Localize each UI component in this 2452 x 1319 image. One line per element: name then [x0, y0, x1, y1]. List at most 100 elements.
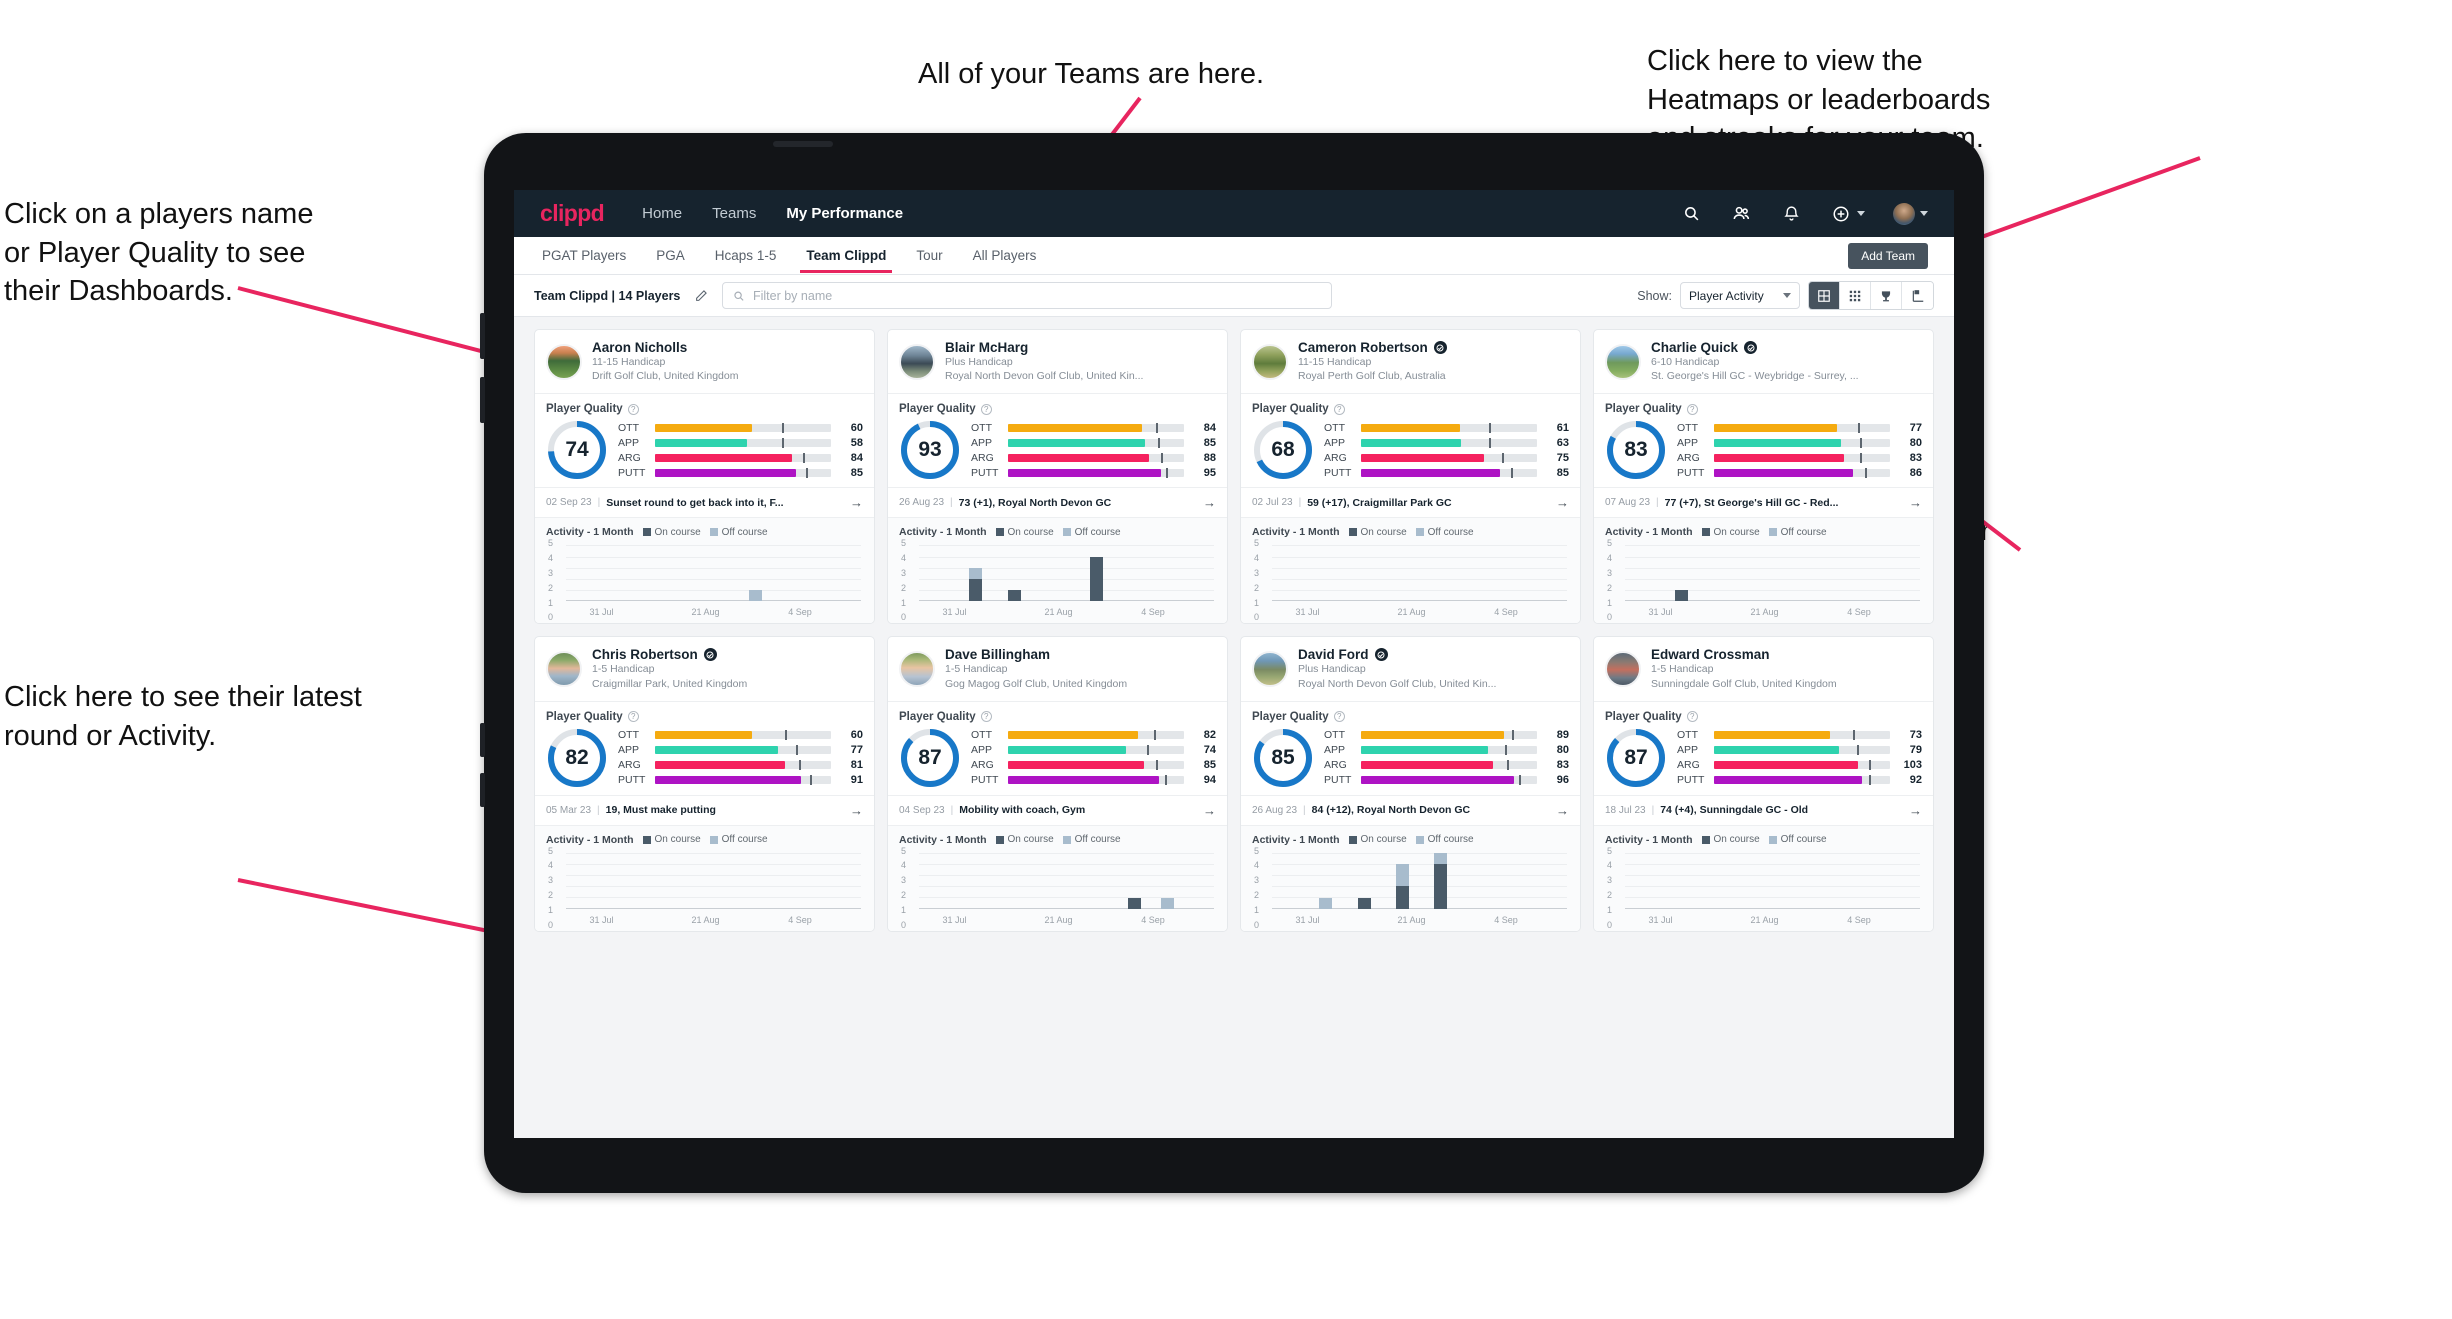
side-button-b[interactable] [480, 773, 485, 807]
latest-round-row[interactable]: 05 Mar 23 | 19, Must make putting → [535, 794, 874, 826]
player-quality-section[interactable]: Player Quality ? 85 OTT 89 APP 80 ARG 83… [1241, 702, 1580, 795]
legend-label: Off course [1780, 834, 1827, 846]
latest-round-row[interactable]: 26 Aug 23 | 84 (+12), Royal North Devon … [1241, 794, 1580, 826]
streaks-view-button[interactable] [1902, 282, 1933, 309]
tab-pga[interactable]: PGA [654, 239, 687, 272]
round-arrow-icon[interactable]: → [1203, 803, 1216, 818]
player-avatar[interactable] [1605, 343, 1641, 380]
help-icon[interactable]: ? [627, 711, 639, 723]
player-quality-section[interactable]: Player Quality ? 87 OTT 82 APP 74 ARG 85… [888, 702, 1227, 795]
leaderboard-view-button[interactable] [1871, 282, 1902, 309]
clippd-logo[interactable]: clippd [540, 200, 605, 227]
player-card-header[interactable]: Aaron Nicholls 11-15 Handicap Drift Golf… [535, 330, 874, 395]
player-quality-section[interactable]: Player Quality ? 82 OTT 60 APP 77 ARG 81… [535, 702, 874, 795]
player-card-header[interactable]: Edward Crossman 1-5 Handicap Sunningdale… [1594, 637, 1933, 702]
player-name[interactable]: Charlie Quick [1651, 340, 1738, 355]
player-card[interactable]: Cameron Robertson 11-15 Handicap Royal P… [1240, 329, 1581, 625]
round-arrow-icon[interactable]: → [1909, 803, 1922, 818]
player-card-header[interactable]: Chris Robertson 1-5 Handicap Craigmillar… [535, 637, 874, 702]
help-icon[interactable]: ? [1686, 403, 1698, 415]
player-card[interactable]: Charlie Quick 6-10 Handicap St. George's… [1593, 329, 1934, 625]
player-name[interactable]: Aaron Nicholls [592, 340, 687, 355]
player-card[interactable]: Dave Billingham 1-5 Handicap Gog Magog G… [887, 636, 1228, 932]
player-card-header[interactable]: Charlie Quick 6-10 Handicap St. George's… [1594, 330, 1933, 395]
player-quality-section[interactable]: Player Quality ? 87 OTT 73 APP 79 ARG 10… [1594, 702, 1933, 795]
volume-up-button[interactable] [480, 313, 485, 359]
tab-all-players[interactable]: All Players [971, 239, 1039, 272]
player-avatar[interactable] [1252, 651, 1288, 688]
round-arrow-icon[interactable]: → [1556, 495, 1569, 510]
player-name[interactable]: Blair McHarg [945, 340, 1028, 355]
latest-round-row[interactable]: 02 Jul 23 | 59 (+17), Craigmillar Park G… [1241, 487, 1580, 519]
player-card-header[interactable]: David Ford Plus Handicap Royal North Dev… [1241, 637, 1580, 702]
help-icon[interactable]: ? [1333, 711, 1345, 723]
avatar[interactable] [1893, 202, 1915, 225]
round-arrow-icon[interactable]: → [850, 803, 863, 818]
latest-round-row[interactable]: 02 Sep 23 | Sunset round to get back int… [535, 487, 874, 519]
pencil-icon[interactable] [690, 285, 712, 307]
tab-pgat-players[interactable]: PGAT Players [540, 239, 628, 272]
show-select[interactable]: Player Activity [1680, 282, 1800, 309]
player-quality-section[interactable]: Player Quality ? 74 OTT 60 APP 58 ARG 84… [535, 394, 874, 487]
player-name[interactable]: David Ford [1298, 647, 1369, 662]
player-avatar[interactable] [1605, 651, 1641, 688]
latest-round-row[interactable]: 26 Aug 23 | 73 (+1), Royal North Devon G… [888, 487, 1227, 519]
people-icon[interactable] [1730, 203, 1752, 225]
nav-item-teams[interactable]: Teams [712, 205, 756, 222]
player-quality-section[interactable]: Player Quality ? 83 OTT 77 APP 80 ARG 83… [1594, 394, 1933, 487]
round-arrow-icon[interactable]: → [1203, 495, 1216, 510]
volume-down-button[interactable] [480, 377, 485, 423]
player-avatar[interactable] [1252, 343, 1288, 380]
nav-item-my-performance[interactable]: My Performance [786, 205, 903, 222]
tab-hcaps-1-5[interactable]: Hcaps 1-5 [713, 239, 779, 272]
player-card[interactable]: David Ford Plus Handicap Royal North Dev… [1240, 636, 1581, 932]
heatmap-view-button[interactable] [1840, 282, 1871, 309]
help-icon[interactable]: ? [1333, 403, 1345, 415]
player-card-header[interactable]: Cameron Robertson 11-15 Handicap Royal P… [1241, 330, 1580, 395]
search-field[interactable] [722, 282, 1333, 309]
player-card[interactable]: Blair McHarg Plus Handicap Royal North D… [887, 329, 1228, 625]
grid-view-button[interactable] [1809, 282, 1840, 309]
player-avatar[interactable] [546, 343, 582, 380]
player-card[interactable]: Aaron Nicholls 11-15 Handicap Drift Golf… [534, 329, 875, 625]
latest-round-row[interactable]: 07 Aug 23 | 77 (+7), St George's Hill GC… [1594, 487, 1933, 519]
help-icon[interactable]: ? [1686, 711, 1698, 723]
bell-icon[interactable] [1780, 203, 1802, 225]
player-club: Gog Magog Golf Club, United Kingdom [945, 677, 1128, 690]
player-name[interactable]: Dave Billingham [945, 647, 1050, 662]
add-menu[interactable] [1830, 203, 1865, 225]
legend-label: On course [1713, 526, 1760, 538]
add-team-button[interactable]: Add Team [1848, 243, 1928, 269]
profile-menu[interactable] [1893, 202, 1928, 225]
player-card-header[interactable]: Dave Billingham 1-5 Handicap Gog Magog G… [888, 637, 1227, 702]
player-quality-section[interactable]: Player Quality ? 93 OTT 84 APP 85 ARG 88… [888, 394, 1227, 487]
search-icon[interactable] [1680, 203, 1702, 225]
skill-bar-fill [1714, 453, 1845, 462]
player-card-header[interactable]: Blair McHarg Plus Handicap Royal North D… [888, 330, 1227, 395]
round-arrow-icon[interactable]: → [1909, 495, 1922, 510]
help-icon[interactable]: ? [627, 403, 639, 415]
search-input[interactable] [752, 288, 1322, 303]
player-avatar[interactable] [899, 343, 935, 380]
player-avatar[interactable] [546, 651, 582, 688]
help-icon[interactable]: ? [980, 403, 992, 415]
legend-swatch [1348, 835, 1357, 844]
round-arrow-icon[interactable]: → [1556, 803, 1569, 818]
round-arrow-icon[interactable]: → [850, 495, 863, 510]
help-icon[interactable]: ? [980, 711, 992, 723]
player-card[interactable]: Chris Robertson 1-5 Handicap Craigmillar… [534, 636, 875, 932]
latest-round-row[interactable]: 04 Sep 23 | Mobility with coach, Gym → [888, 794, 1227, 826]
player-quality-label: Player Quality [899, 710, 976, 723]
player-name[interactable]: Cameron Robertson [1298, 340, 1428, 355]
player-name[interactable]: Edward Crossman [1651, 647, 1770, 662]
player-quality-section[interactable]: Player Quality ? 68 OTT 61 APP 63 ARG 75… [1241, 394, 1580, 487]
player-name[interactable]: Chris Robertson [592, 647, 698, 662]
side-button-a[interactable] [480, 723, 485, 757]
plus-circle-icon[interactable] [1830, 203, 1852, 225]
player-avatar[interactable] [899, 651, 935, 688]
nav-item-home[interactable]: Home [642, 205, 682, 222]
tab-tour[interactable]: Tour [914, 239, 944, 272]
tab-team-clippd[interactable]: Team Clippd [800, 239, 893, 273]
latest-round-row[interactable]: 18 Jul 23 | 74 (+4), Sunningdale GC - Ol… [1594, 794, 1933, 826]
player-card[interactable]: Edward Crossman 1-5 Handicap Sunningdale… [1593, 636, 1934, 932]
